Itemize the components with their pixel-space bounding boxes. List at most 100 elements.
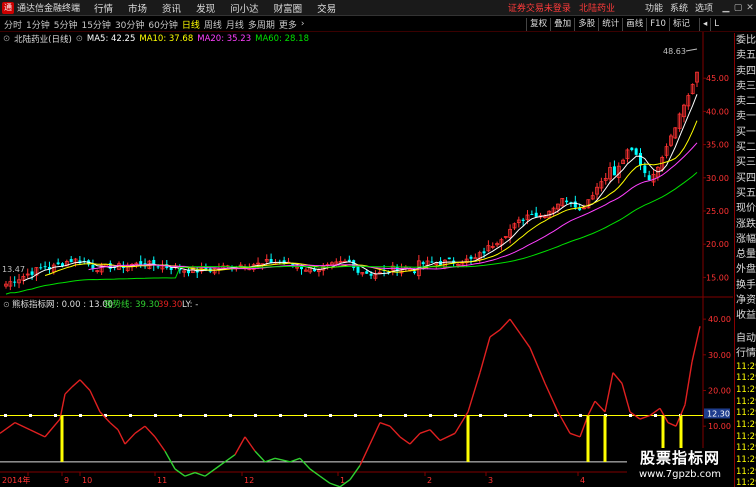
strength-line-segment bbox=[154, 436, 166, 452]
ly-label: LY: - bbox=[182, 300, 198, 310]
minimize-icon[interactable]: ▁ bbox=[720, 3, 732, 13]
ref-dot bbox=[129, 413, 132, 417]
strength-line-segment bbox=[639, 414, 651, 420]
login-notice[interactable]: 证券交易未登录 bbox=[508, 1, 571, 14]
tick-time: 11:29 bbox=[736, 443, 756, 454]
period-5min[interactable]: 5分钟 bbox=[54, 18, 78, 31]
candle-body bbox=[565, 200, 569, 203]
x-tick-label: 1 bbox=[340, 476, 345, 485]
ma60-line bbox=[5, 172, 698, 295]
strength-line-segment bbox=[479, 336, 491, 373]
candle-body bbox=[639, 152, 643, 166]
menu-trade[interactable]: 交易 bbox=[317, 1, 336, 15]
strength-line-segment bbox=[244, 436, 256, 452]
strength-line-segment bbox=[44, 418, 61, 438]
menu-system[interactable]: 系统 bbox=[670, 1, 688, 14]
candle-body bbox=[300, 266, 304, 270]
low-price-label: 13.47 bbox=[2, 265, 25, 274]
menu-quotes[interactable]: 行情 bbox=[94, 1, 113, 15]
multi-stock-button[interactable]: 多股 bbox=[574, 18, 598, 31]
strength-line-segment bbox=[489, 329, 501, 338]
strength-line-segment bbox=[194, 471, 206, 477]
quote-item: 买四 bbox=[736, 172, 756, 184]
period-15min[interactable]: 15分钟 bbox=[81, 18, 110, 31]
strength-line-segment bbox=[214, 461, 226, 470]
candle-body bbox=[430, 261, 434, 263]
more-chevron-icon[interactable]: › bbox=[301, 19, 305, 29]
tick-time: 11:29 bbox=[736, 384, 756, 395]
candle-body bbox=[482, 251, 486, 254]
period-60min[interactable]: 60分钟 bbox=[148, 18, 177, 31]
strength-line-segment bbox=[544, 383, 559, 413]
watermark-title: 股票指标网 bbox=[639, 449, 720, 467]
menu-options[interactable]: 选项 bbox=[695, 1, 713, 14]
panel-tab[interactable]: 行情 bbox=[735, 346, 756, 361]
y-tick-label: 35.00 bbox=[706, 141, 729, 150]
ref-dot bbox=[29, 413, 32, 417]
panel-tab[interactable]: 自动 bbox=[735, 331, 756, 346]
quote-item: 收益 bbox=[736, 310, 756, 322]
stats-button[interactable]: 统计 bbox=[598, 18, 622, 31]
candle-body bbox=[30, 271, 34, 275]
strength-label: 强势线: 39.30 bbox=[104, 299, 159, 310]
menu-news[interactable]: 资讯 bbox=[162, 1, 181, 15]
period-30min[interactable]: 30分钟 bbox=[115, 18, 144, 31]
strength-line-segment bbox=[204, 468, 216, 477]
ref-dot bbox=[479, 413, 482, 417]
y-tick-label: 40.00 bbox=[706, 107, 729, 116]
quote-item: 卖三 bbox=[736, 80, 756, 92]
strength-line-segment bbox=[419, 429, 431, 434]
ref-dot bbox=[79, 413, 82, 417]
period-toolbar: 分时 1分钟 5分钟 15分钟 30分钟 60分钟 日线 周线 月线 多周期 更… bbox=[0, 17, 756, 32]
strength-line-segment bbox=[587, 400, 596, 416]
period-monthly[interactable]: 月线 bbox=[226, 18, 244, 31]
strength-line-segment bbox=[509, 318, 521, 334]
mark-button[interactable]: 标记 bbox=[668, 18, 693, 31]
strength-line-segment bbox=[174, 468, 186, 477]
period-more[interactable]: 更多 bbox=[279, 18, 297, 31]
menu-function[interactable]: 功能 bbox=[645, 1, 663, 14]
period-weekly[interactable]: 周线 bbox=[204, 18, 222, 31]
quote-item: 总量 bbox=[736, 249, 756, 261]
candle-body bbox=[39, 267, 43, 269]
menu-wealth[interactable]: 财富圈 bbox=[274, 1, 303, 15]
strength-line-segment bbox=[369, 422, 381, 445]
f10-button[interactable]: F10 bbox=[646, 18, 669, 31]
period-multi[interactable]: 多周期 bbox=[248, 18, 275, 31]
strength-line-segment bbox=[134, 425, 146, 434]
ref-dot bbox=[454, 413, 457, 417]
strength-line-segment bbox=[621, 383, 631, 413]
x-tick-label: 2 bbox=[427, 476, 432, 485]
overlay-button[interactable]: 叠加 bbox=[550, 18, 574, 31]
strength-line-segment bbox=[319, 475, 331, 484]
ref-dot bbox=[629, 413, 632, 417]
chart-area[interactable]: 45.00 40.00 35.00 30.00 25.00 20.00 15.00 48.63… bbox=[0, 32, 734, 487]
panel-toggle-icon[interactable]: ◂ bbox=[698, 18, 710, 31]
panel-letter[interactable]: L bbox=[710, 18, 722, 31]
period-1min[interactable]: 1分钟 bbox=[26, 18, 50, 31]
high-price-label: 48.63 bbox=[663, 47, 686, 56]
candle-body bbox=[91, 264, 95, 269]
strength-line-segment bbox=[399, 436, 411, 445]
period-daily[interactable]: 日线 bbox=[182, 18, 200, 31]
candle-body bbox=[365, 271, 369, 274]
menu-market[interactable]: 市场 bbox=[128, 1, 147, 15]
candle-body bbox=[647, 175, 651, 181]
strength-line-segment bbox=[594, 400, 606, 413]
maximize-icon[interactable]: ▢ bbox=[732, 3, 744, 13]
candle-body bbox=[530, 214, 534, 216]
strength-line-segment bbox=[124, 432, 136, 445]
close-icon[interactable]: ✕ bbox=[744, 3, 756, 13]
adjust-button[interactable]: 复权 bbox=[526, 18, 550, 31]
x-tick-label: 2014年 bbox=[2, 475, 30, 485]
quote-item-list: 委比 卖五 卖四 卖三 卖二 卖一 买一 买二 买三 买四 买五 现价 涨跌 涨幅 总量 外盘 换手 净资 收益 bbox=[735, 33, 756, 324]
notice-stock: 北陆药业 bbox=[578, 4, 615, 14]
ref-dot bbox=[579, 413, 582, 417]
tick-time: 11:29 bbox=[736, 373, 756, 384]
candle-body bbox=[43, 266, 47, 268]
period-intraday[interactable]: 分时 bbox=[4, 18, 22, 31]
ref-dot bbox=[329, 413, 332, 417]
menu-ask[interactable]: 问小达 bbox=[230, 1, 259, 15]
menu-discover[interactable]: 发现 bbox=[196, 1, 215, 15]
draw-button[interactable]: 画线 bbox=[622, 18, 646, 31]
